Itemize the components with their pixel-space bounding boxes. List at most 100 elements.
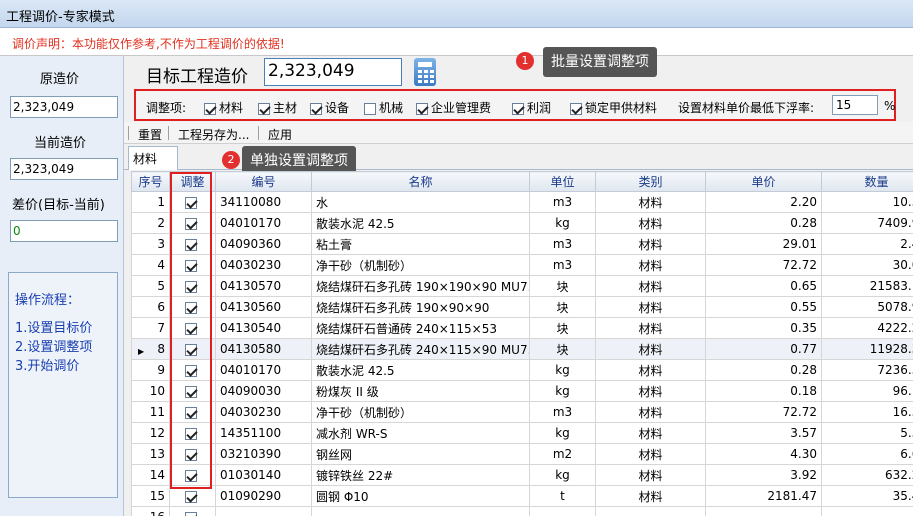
table-cell: 烧结煤矸石多孔砖 190×190×90 MU7.5	[311, 275, 530, 297]
option-main-material[interactable]: 主材	[258, 99, 297, 116]
table-cell: 4	[131, 254, 170, 276]
table-cell: 11928.39	[821, 338, 913, 360]
table-cell: 3.57	[705, 422, 822, 444]
table-cell: 34110080	[215, 191, 312, 213]
table-cell: 2	[131, 212, 170, 234]
column-header[interactable]: 单位	[529, 171, 596, 192]
checkbox-icon[interactable]	[416, 102, 428, 115]
column-header[interactable]: 类别	[595, 171, 706, 192]
table-cell: kg	[529, 212, 596, 234]
option-equipment[interactable]: 设备	[310, 99, 349, 116]
table-row[interactable]: 2 04010170散装水泥 42.5kg材料0.287409.99	[131, 212, 913, 234]
table-cell: kg	[529, 359, 596, 381]
table-cell	[311, 506, 530, 516]
table-cell: 04130580	[215, 338, 312, 360]
checkbox-icon[interactable]	[204, 102, 216, 115]
table-row[interactable]: 7 04130540 烧结煤矸石普通砖 240×115×53 块材料 0.35 4222.…	[131, 317, 913, 339]
table-row[interactable]: 9 04010170散装水泥 42.5kg材料0.287236.56	[131, 359, 913, 381]
current-cost-label: 当前造价	[34, 136, 87, 151]
table-cell: 7409.99	[821, 212, 913, 234]
table-cell: 15	[131, 485, 170, 507]
table-cell: 散装水泥 42.5	[311, 212, 530, 234]
workflow-step-2[interactable]: 2.设置调整项	[15, 336, 92, 355]
checkbox-icon[interactable]	[364, 102, 376, 115]
table-cell: 0.28	[705, 212, 822, 234]
checkbox-icon[interactable]	[258, 102, 270, 115]
table-row[interactable]: 3 04090360粘土膏m3材料29.012.42	[131, 233, 913, 255]
table-row[interactable]: 8 04130580 烧结煤矸石多孔砖 240×115×90 MU7.5 块材料 0.7…	[131, 338, 913, 360]
table-cell: 72.72	[705, 254, 822, 276]
table-cell: 10	[131, 380, 170, 402]
table-cell[interactable]	[169, 506, 216, 516]
table-cell: 632.26	[821, 464, 913, 486]
tab-material[interactable]: 材料	[128, 146, 178, 170]
toolbar: 重置 工程另存为... 应用	[124, 122, 913, 144]
disclaimer-bar: 调价声明：本功能仅作参考,不作为工程调价的依据!	[0, 28, 913, 56]
min-rate-input[interactable]: 15	[832, 95, 878, 115]
table-row[interactable]: 11 04030230净干砂（机制砂）m3材料72.7216.38	[131, 401, 913, 423]
table-cell: 烧结煤矸石普通砖 240×115×53	[311, 317, 530, 339]
option-management-fee[interactable]: 企业管理费	[416, 99, 491, 116]
table-cell: 2181.47	[705, 485, 822, 507]
table-cell: 01030140	[215, 464, 312, 486]
table-cell: 0.65	[705, 275, 822, 297]
table-cell: 1	[131, 191, 170, 213]
target-cost-input[interactable]: 2,323,049	[264, 58, 402, 86]
table-cell: 0.77	[705, 338, 822, 360]
table-cell: 03210390	[215, 443, 312, 465]
table-cell: 2.20	[705, 191, 822, 213]
table-cell: 0.28	[705, 359, 822, 381]
table-cell: 块	[529, 317, 596, 339]
table-cell: 4.30	[705, 443, 822, 465]
table-cell	[529, 506, 596, 516]
table-row[interactable]: 14 01030140镀锌铁丝 22#kg材料3.92632.26	[131, 464, 913, 486]
table-cell: 72.72	[705, 401, 822, 423]
reset-button[interactable]: 重置	[138, 126, 162, 143]
table-cell: m3	[529, 233, 596, 255]
table-cell: 4222.28	[821, 317, 913, 339]
column-header[interactable]: 数量	[821, 171, 913, 192]
table-cell: 21583.15	[821, 275, 913, 297]
workflow-step-3[interactable]: 3.开始调价	[15, 355, 79, 374]
workflow-step-1[interactable]: 1.设置目标价	[15, 317, 92, 336]
table-cell: m2	[529, 443, 596, 465]
adjust-checkbox-icon[interactable]	[185, 490, 197, 503]
calculator-icon[interactable]	[414, 58, 436, 86]
table-row[interactable]: 4 04030230净干砂（机制砂）m3材料72.7230.04	[131, 254, 913, 276]
apply-button[interactable]: 应用	[268, 126, 292, 143]
table-cell: 材料	[595, 380, 706, 402]
table-row[interactable]: 15 01090290圆钢 Φ10t材料2181.4735.42	[131, 485, 913, 507]
option-machinery[interactable]: 机械	[364, 99, 403, 116]
column-header[interactable]: 单价	[705, 171, 822, 192]
table-cell: 2.42	[821, 233, 913, 255]
table-cell: 0.18	[705, 380, 822, 402]
table-cell: 96.14	[821, 380, 913, 402]
table-cell: 04090030	[215, 380, 312, 402]
checkbox-icon[interactable]	[570, 102, 582, 115]
table-row[interactable]: 6 04130560烧结煤矸石多孔砖 190×90×90块材料0.555078.9…	[131, 296, 913, 318]
table-cell: 材料	[595, 443, 706, 465]
column-header[interactable]: 名称	[311, 171, 530, 192]
option-lock-owner-material[interactable]: 锁定甲供材料	[570, 99, 657, 116]
option-material[interactable]: 材料	[204, 99, 243, 116]
table-row[interactable]: 16	[131, 506, 913, 516]
table-row[interactable]: 1 34110080水m3材料2.2010.36	[131, 191, 913, 213]
table-cell: 材料	[595, 464, 706, 486]
table-cell: 烧结煤矸石多孔砖 240×115×90 MU7.5	[311, 338, 530, 360]
table-cell: 5078.94	[821, 296, 913, 318]
table-cell: 16.38	[821, 401, 913, 423]
table-row[interactable]: 5 04130570 烧结煤矸石多孔砖 190×190×90 MU7.5 块材料 0.6…	[131, 275, 913, 297]
table-row[interactable]: 10 04090030粉煤灰 II 级kg材料0.1896.14	[131, 380, 913, 402]
checkbox-icon[interactable]	[310, 102, 322, 115]
table-row[interactable]: 12 14351100减水剂 WR-Skg材料3.575.52	[131, 422, 913, 444]
save-as-button[interactable]: 工程另存为...	[178, 126, 249, 143]
target-cost-label: 目标工程造价	[146, 67, 248, 87]
column-header[interactable]: 序号	[131, 171, 170, 192]
table-cell	[705, 506, 822, 516]
table-row[interactable]: 13 03210390钢丝网m2材料4.306.65	[131, 443, 913, 465]
table-header-row: 序号 调整 编号 名称 单位 类别 单价 数量	[131, 171, 913, 192]
adjust-checkbox-icon[interactable]	[185, 511, 197, 516]
option-profit[interactable]: 利润	[512, 99, 551, 116]
checkbox-icon[interactable]	[512, 102, 524, 115]
column-header[interactable]: 编号	[215, 171, 312, 192]
